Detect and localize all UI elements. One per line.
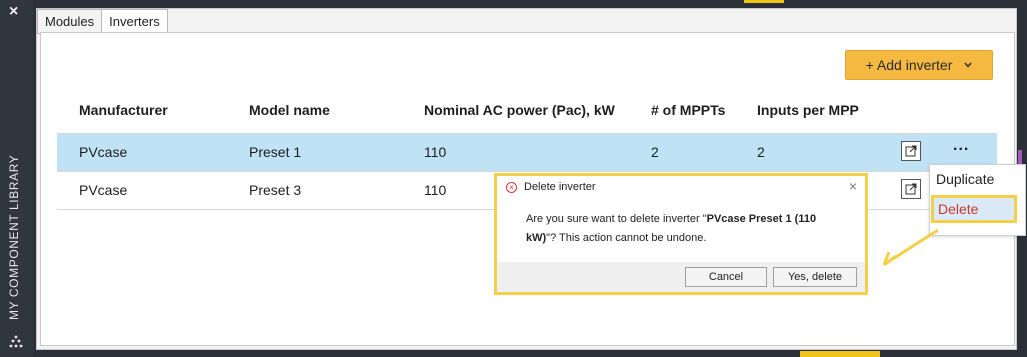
background-accent (744, 0, 784, 3)
cancel-button[interactable]: Cancel (685, 267, 767, 287)
column-header[interactable]: # of MPPTs (651, 102, 725, 118)
table-row[interactable]: PVcase Preset 1 110 2 2 ... (57, 133, 997, 171)
component-library-sidebar: × MY COMPONENT LIBRARY (0, 0, 33, 357)
cell-pac: 110 (424, 144, 447, 160)
column-header[interactable]: Inputs per MPP (757, 102, 863, 118)
column-header[interactable]: Manufacturer (79, 102, 168, 118)
tab-inverters[interactable]: Inverters (101, 9, 168, 34)
dialog-message: Are you sure want to delete inverter "PV… (526, 210, 836, 248)
confirm-delete-button[interactable]: Yes, delete (773, 267, 857, 287)
cell-manufacturer: PVcase (79, 182, 128, 198)
tab-bar: Modules Inverters (37, 9, 168, 34)
open-external-icon[interactable] (901, 141, 921, 161)
window-frame (33, 0, 1027, 8)
cell-model: Preset 1 (249, 144, 302, 160)
cell-mppts: 2 (651, 144, 659, 160)
message-text: "? This action cannot be undone. (546, 232, 707, 244)
dialog-footer: Cancel Yes, delete (497, 262, 865, 292)
sidebar-title: MY COMPONENT LIBRARY (7, 154, 21, 320)
add-inverter-button[interactable]: + Add inverter (845, 50, 993, 80)
dialog-title: Delete inverter (524, 181, 596, 193)
table-header: Manufacturer Model name Nominal AC power… (57, 95, 997, 125)
add-inverter-label: + Add inverter (865, 57, 953, 73)
chevron-down-icon (964, 60, 972, 71)
dialog-title-row: × Delete inverter (506, 181, 596, 193)
message-text: Are you sure want to delete inverter " (526, 213, 707, 225)
delete-inverter-dialog: × Delete inverter × Are you sure want to… (494, 173, 868, 295)
menu-item-duplicate[interactable]: Duplicate (936, 171, 994, 187)
menu-item-delete[interactable]: Delete (931, 195, 1017, 223)
close-icon[interactable]: × (9, 3, 18, 21)
close-icon[interactable]: × (849, 178, 857, 194)
background-accent (800, 351, 880, 357)
tab-modules[interactable]: Modules (37, 9, 103, 34)
error-circle-icon: × (506, 181, 517, 193)
column-header[interactable]: Model name (249, 102, 330, 118)
open-external-icon[interactable] (901, 179, 921, 199)
cell-pac: 110 (424, 182, 447, 198)
grip-icon[interactable] (9, 335, 23, 352)
row-context-menu: Duplicate Delete (929, 164, 1026, 236)
more-options-icon[interactable]: ... (953, 137, 969, 155)
cell-manufacturer: PVcase (79, 144, 128, 160)
column-header[interactable]: Nominal AC power (Pac), kW (424, 102, 615, 118)
cell-model: Preset 3 (249, 182, 302, 198)
cell-inputs: 2 (757, 144, 765, 160)
